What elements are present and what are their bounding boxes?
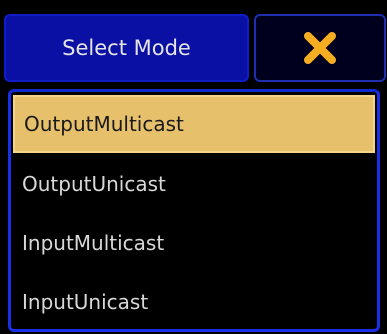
- mode-item-output-multicast[interactable]: OutputMulticast: [13, 95, 375, 153]
- mode-list: OutputMulticast OutputUnicast InputMulti…: [8, 89, 380, 332]
- mode-item-label: OutputMulticast: [24, 112, 184, 136]
- mode-item-label: InputUnicast: [22, 290, 149, 314]
- mode-item-output-unicast[interactable]: OutputUnicast: [13, 155, 375, 213]
- close-button[interactable]: [254, 14, 386, 82]
- close-x-icon: [304, 32, 336, 64]
- mode-item-input-multicast[interactable]: InputMulticast: [13, 214, 375, 272]
- dialog-title: Select Mode: [62, 36, 191, 60]
- select-mode-title: Select Mode: [4, 14, 249, 82]
- mode-item-label: OutputUnicast: [22, 172, 166, 196]
- mode-item-input-unicast[interactable]: InputUnicast: [13, 273, 375, 331]
- mode-item-label: InputMulticast: [22, 231, 165, 255]
